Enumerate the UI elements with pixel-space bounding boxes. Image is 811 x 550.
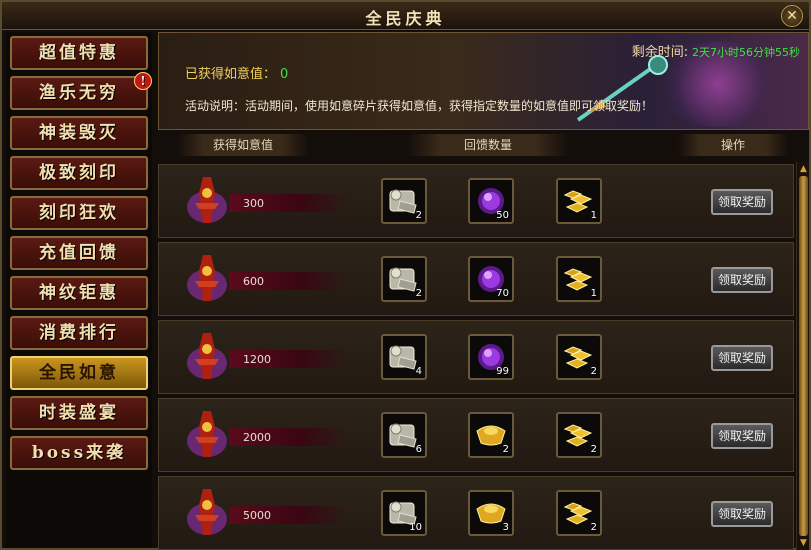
reward-slot[interactable]: 6 — [381, 412, 427, 458]
claim-reward-button[interactable]: 领取奖励 — [711, 423, 773, 449]
activity-description: 活动说明：活动期间，使用如意碎片获得如意值，获得指定数量的如意值即可领取奖励！ — [185, 99, 654, 113]
reward-quantity: 1 — [590, 288, 597, 299]
header-rewards: 回馈数量 — [408, 134, 568, 156]
reward-list: 300 2 50 1 领取奖励 600 2 70 1 领取奖励 1200 4 99 2 领取奖励 2000 6 2… — [158, 162, 794, 550]
sidebar-item[interactable]: boss来袭 — [10, 436, 148, 470]
ruyi-value-display: 已获得如意值： 0 — [185, 63, 288, 82]
reward-quantity: 10 — [409, 522, 422, 533]
sidebar-item[interactable]: 消费排行 — [10, 316, 148, 350]
remaining-time: 剩余时间: 2天7小时56分钟55秒 — [632, 41, 800, 60]
close-button[interactable]: ✕ — [781, 5, 803, 27]
sidebar-item[interactable]: 神装毁灭 — [10, 116, 148, 150]
sidebar-item[interactable]: 刻印狂欢 — [10, 196, 148, 230]
sidebar-item[interactable]: 极致刻印 — [10, 156, 148, 190]
reward-slot[interactable]: 3 — [468, 490, 514, 536]
reward-slot[interactable]: 2 — [556, 490, 602, 536]
sidebar-item-label: 全民如意 — [39, 363, 119, 383]
reward-quantity: 6 — [415, 444, 422, 455]
claim-reward-button[interactable]: 领取奖励 — [711, 345, 773, 371]
reward-slot[interactable]: 99 — [468, 334, 514, 380]
scroll-up-icon[interactable]: ▲ — [798, 164, 809, 174]
sidebar-item-label: boss来袭 — [31, 443, 127, 463]
scroll-down-icon[interactable]: ▼ — [798, 538, 809, 548]
ruyi-value-label: 已获得如意值： — [185, 67, 277, 82]
reward-slot[interactable]: 10 — [381, 490, 427, 536]
required-ruyi-value: 2000 — [243, 431, 271, 444]
reward-row: 600 2 70 1 领取奖励 — [158, 242, 794, 316]
weapon-art-icon — [576, 55, 668, 122]
reward-slot[interactable]: 1 — [556, 178, 602, 224]
sidebar: 超值特惠渔乐无穷! 神装毁灭极致刻印刻印狂欢充值回馈神纹钜惠消费排行全民如意时装盛… — [6, 32, 152, 548]
header-action: 操作 — [678, 134, 788, 156]
reward-slot[interactable]: 1 — [556, 256, 602, 302]
reward-slot[interactable]: 4 — [381, 334, 427, 380]
sidebar-item[interactable]: 超值特惠 — [10, 36, 148, 70]
sidebar-item-label: 充值回馈 — [39, 243, 119, 263]
sidebar-item[interactable]: 渔乐无穷! — [10, 72, 152, 110]
reward-slot[interactable]: 70 — [468, 256, 514, 302]
reward-slot[interactable]: 2 — [556, 334, 602, 380]
reward-quantity: 2 — [590, 366, 597, 377]
reward-quantity: 50 — [496, 210, 509, 221]
reward-quantity: 99 — [496, 366, 509, 377]
sidebar-item-label: 消费排行 — [39, 323, 119, 343]
sidebar-item-label: 刻印狂欢 — [39, 203, 119, 223]
reward-quantity: 2 — [415, 288, 422, 299]
sidebar-item-label: 渔乐无穷 — [39, 83, 119, 103]
celebration-window: 全民庆典 ✕ 超值特惠渔乐无穷! 神装毁灭极致刻印刻印狂欢充值回馈神纹钜惠消费排行… — [0, 0, 811, 550]
sidebar-item-label: 时装盛宴 — [39, 403, 119, 423]
title-bar[interactable]: 全民庆典 ✕ — [2, 2, 809, 30]
required-ruyi-value: 1200 — [243, 353, 271, 366]
activity-banner: 剩余时间: 2天7小时56分钟55秒 已获得如意值： 0 活动说明：活动期间，使用… — [158, 32, 809, 130]
reward-row: 1200 4 99 2 领取奖励 — [158, 320, 794, 394]
scroll-thumb[interactable] — [799, 176, 808, 536]
reward-slot[interactable]: 2 — [556, 412, 602, 458]
reward-quantity: 2 — [502, 444, 509, 455]
claim-reward-button[interactable]: 领取奖励 — [711, 267, 773, 293]
reward-quantity: 4 — [415, 366, 422, 377]
reward-quantity: 2 — [590, 444, 597, 455]
remaining-time-value: 2天7小时56分钟55秒 — [692, 46, 800, 59]
reward-slot[interactable]: 2 — [468, 412, 514, 458]
required-ruyi-value: 300 — [243, 197, 264, 210]
table-header: 获得如意值 回馈数量 操作 — [158, 132, 809, 158]
claim-reward-button[interactable]: 领取奖励 — [711, 501, 773, 527]
sidebar-item[interactable]: 时装盛宴 — [10, 396, 148, 430]
sidebar-item-label: 极致刻印 — [39, 163, 119, 183]
alert-badge-icon: ! — [134, 72, 152, 90]
sidebar-item-label: 超值特惠 — [39, 43, 119, 63]
reward-row: 2000 6 2 2 领取奖励 — [158, 398, 794, 472]
reward-row: 5000 10 3 2 领取奖励 — [158, 476, 794, 550]
remaining-time-label: 剩余时间: — [631, 45, 689, 60]
required-ruyi-value: 5000 — [243, 509, 271, 522]
reward-row: 300 2 50 1 领取奖励 — [158, 164, 794, 238]
sidebar-item[interactable]: 神纹钜惠 — [10, 276, 148, 310]
reward-quantity: 70 — [496, 288, 509, 299]
reward-quantity: 1 — [590, 210, 597, 221]
required-ruyi-value: 600 — [243, 275, 264, 288]
sidebar-item-label: 神装毁灭 — [39, 123, 119, 143]
reward-quantity: 2 — [415, 210, 422, 221]
sidebar-item-label: 神纹钜惠 — [39, 283, 119, 303]
scrollbar[interactable]: ▲ ▼ — [796, 162, 809, 550]
ruyi-value: 0 — [280, 67, 289, 82]
reward-quantity: 3 — [502, 522, 509, 533]
sidebar-item[interactable]: 充值回馈 — [10, 236, 148, 270]
reward-slot[interactable]: 2 — [381, 256, 427, 302]
reward-quantity: 2 — [590, 522, 597, 533]
header-ruyi-value: 获得如意值 — [178, 134, 308, 156]
reward-slot[interactable]: 2 — [381, 178, 427, 224]
sidebar-item[interactable]: 全民如意 — [10, 356, 148, 390]
claim-reward-button[interactable]: 领取奖励 — [711, 189, 773, 215]
reward-slot[interactable]: 50 — [468, 178, 514, 224]
window-title: 全民庆典 — [365, 9, 446, 28]
